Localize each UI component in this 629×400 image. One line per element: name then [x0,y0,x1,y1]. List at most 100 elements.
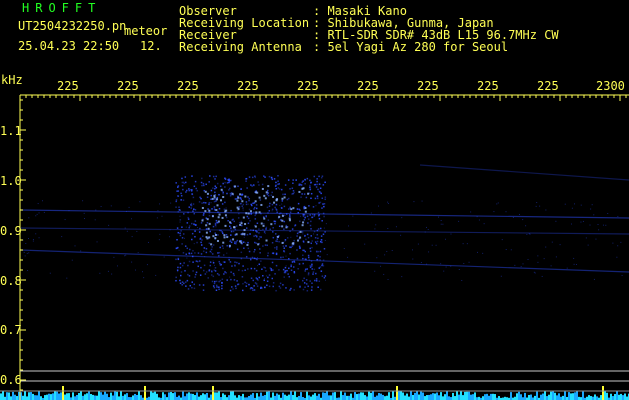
echo-dot [202,214,205,216]
echo-dot [194,273,197,276]
echo-dot [215,219,218,222]
signal-level-bar [162,392,164,400]
echo-dot [255,283,258,285]
echo-dot [203,264,206,267]
echo-dot [293,261,296,263]
signal-level-bar [482,396,484,400]
echo-dot-bright [263,194,266,197]
echo-dot [274,233,277,235]
echo-dot [315,272,317,275]
echo-dot [186,247,189,250]
signal-level-bar [14,394,16,400]
signal-level-bar [174,392,176,400]
echo-dot [248,197,251,200]
echo-dot [258,232,260,234]
echo-dot [184,281,187,283]
signal-level-bar [324,392,326,400]
noise-dot [315,205,317,207]
noise-dot [458,269,460,271]
echo-dot [205,183,207,186]
echo-dot [242,241,245,243]
noise-dot [43,211,45,213]
echo-dot [208,181,210,183]
echo-dot [323,215,325,218]
noise-dot [128,206,130,208]
echo-dot [209,230,211,233]
noise-dot [535,205,537,207]
echo-dot [251,185,253,187]
noise-dot [247,203,249,205]
echo-dot [248,250,251,253]
echo-dot [203,212,205,215]
echo-dot [231,286,233,288]
echo-dot [313,215,316,217]
echo-dot-bright [204,190,207,193]
signal-level-bar [462,395,464,400]
noise-dot [249,257,251,259]
echo-dot [258,236,261,238]
echo-dot [318,217,321,220]
echo-dot [287,273,289,275]
echo-dot [313,268,316,271]
echo-dot [283,250,285,252]
echo-dot [272,236,275,239]
signal-level-bar [346,395,348,400]
signal-level-bar [276,393,278,400]
signal-level-bar [458,394,460,400]
echo-dot [175,199,178,201]
echo-dot [322,184,325,186]
signal-level-bar [204,394,206,400]
echo-dot-bright [242,216,245,219]
echo-dot [197,265,200,268]
signal-level-bar [546,396,548,400]
echo-dot [215,284,218,287]
echo-dot-bright [298,190,301,193]
signal-level-bar [340,391,342,400]
noise-dot [158,239,160,241]
noise-dot [590,208,592,210]
echo-dot [278,183,280,185]
echo-dot [194,209,197,211]
echo-dot [222,192,224,195]
echo-dot [316,195,319,197]
signal-level-bar [192,393,194,400]
noise-dot [550,265,552,267]
echo-dot [245,177,248,180]
echo-dot-bright [272,195,275,198]
echo-dot [213,206,216,208]
echo-dot [224,201,226,204]
echo-dot [180,195,183,197]
echo-dot [316,258,318,261]
echo-dot-bright [290,208,293,211]
echo-dot [177,211,180,213]
echo-dot [308,205,310,207]
noise-dot [35,215,37,217]
signal-level-bar [446,391,448,400]
echo-dot [318,202,320,204]
signal-level-bar [196,392,198,400]
echo-dot-bright [246,243,249,246]
echo-dot [302,213,305,216]
signal-level-bar [228,395,230,400]
echo-dot [289,211,292,214]
signal-level-bar [544,391,546,400]
noise-dot [510,249,512,251]
echo-dot [258,276,261,279]
noise-dot [440,263,442,265]
signal-level-bar [216,392,218,400]
echo-dot-bright [205,231,208,234]
echo-dot [311,282,313,284]
noise-dot [607,212,609,214]
echo-dot [215,289,218,291]
echo-dot [278,225,281,228]
noise-dot [26,252,28,254]
noise-dot [483,223,485,225]
spectrogram [0,94,629,400]
echo-dot [229,261,232,263]
signal-level-bar [16,396,18,400]
noise-dot [440,223,442,225]
echo-dot [283,220,286,223]
echo-dot [261,183,264,186]
echo-dot-bright [224,214,227,217]
noise-dot [598,229,600,231]
